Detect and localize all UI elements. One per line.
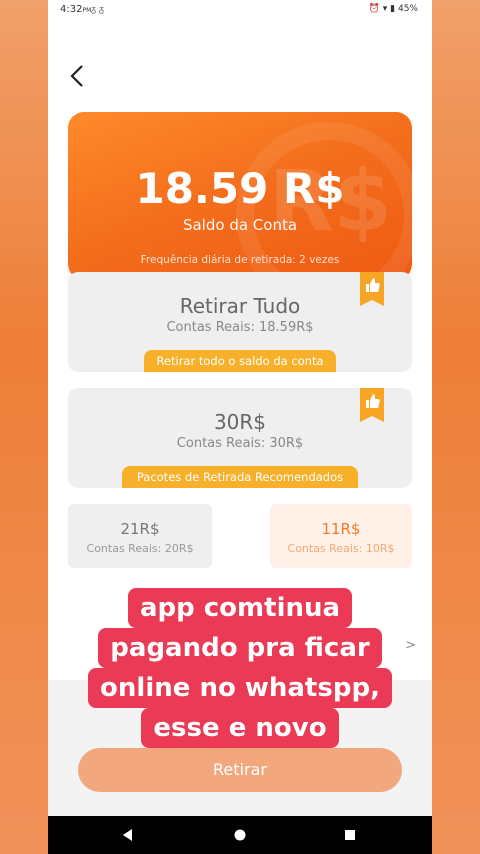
battery-icon: ▮ (390, 4, 396, 14)
option-banner: Pacotes de Retirada Recomendados (122, 466, 358, 488)
option-title: 11R$ (321, 520, 361, 538)
option-subtitle: Contas Reais: 10R$ (287, 542, 395, 555)
notification-icons: ᵹ ᵹ (91, 5, 104, 15)
balance-amount: 18.59 R$ (135, 164, 345, 213)
option-title: 30R$ (213, 410, 267, 434)
withdraw-frequency: Frequência diária de retirada: 2 vezes (140, 254, 340, 266)
circle-home-icon (234, 829, 246, 841)
recommended-option[interactable]: 30R$ Contas Reais: 30R$ Pacotes de Retir… (68, 388, 412, 488)
alarm-icon: ⏰ (368, 4, 380, 14)
option-banner: Retirar todo o saldo da conta (144, 350, 336, 372)
triangle-back-icon (123, 829, 132, 841)
option-subtitle: Contas Reais: 20R$ (86, 542, 194, 555)
back-button[interactable] (68, 64, 88, 87)
nav-home-button[interactable] (220, 816, 260, 854)
square-recents-icon (345, 830, 355, 840)
battery-level: 45% (397, 4, 418, 14)
option-11-selected[interactable]: 11R$ Contas Reais: 10R$ (270, 504, 412, 568)
option-21[interactable]: 21R$ Contas Reais: 20R$ (68, 504, 212, 568)
option-title: 21R$ (120, 520, 160, 538)
status-bar: 4:32PM ᵹ ᵹ ⏰ ▾ ▮ 45% (48, 0, 432, 22)
caption-overlay: app comtinua pagando pra ficar online no… (0, 588, 480, 748)
status-time: 4:32PM (60, 4, 92, 15)
option-subtitle: Contas Reais: 18.59R$ (166, 320, 314, 335)
withdraw-page: R$ 18.59 R$ Saldo da Conta Frequência di… (48, 22, 432, 612)
option-subtitle: Contas Reais: 30R$ (176, 436, 304, 451)
wifi-icon: ▾ (382, 4, 388, 14)
option-title: Retirar Tudo (179, 294, 301, 318)
android-nav-bar (48, 816, 432, 854)
nav-recents-button[interactable] (330, 816, 370, 854)
caption-line: app comtinua (127, 588, 353, 628)
caption-line: online no whatspp, (88, 668, 392, 708)
caption-line: esse e novo (141, 708, 339, 748)
withdraw-button[interactable]: Retirar (78, 748, 402, 792)
chevron-left-icon (70, 65, 83, 87)
caption-line: pagando pra ficar (98, 628, 382, 668)
withdraw-all-option[interactable]: Retirar Tudo Contas Reais: 18.59R$ Retir… (68, 272, 412, 372)
status-right: ⏰ ▾ ▮ 45% (369, 4, 418, 14)
balance-label: Saldo da Conta (182, 216, 298, 234)
nav-back-button[interactable] (108, 816, 148, 854)
thumbs-up-icon (366, 394, 380, 408)
thumbs-up-icon (366, 278, 380, 292)
balance-card: R$ 18.59 R$ Saldo da Conta Frequência di… (68, 112, 412, 280)
